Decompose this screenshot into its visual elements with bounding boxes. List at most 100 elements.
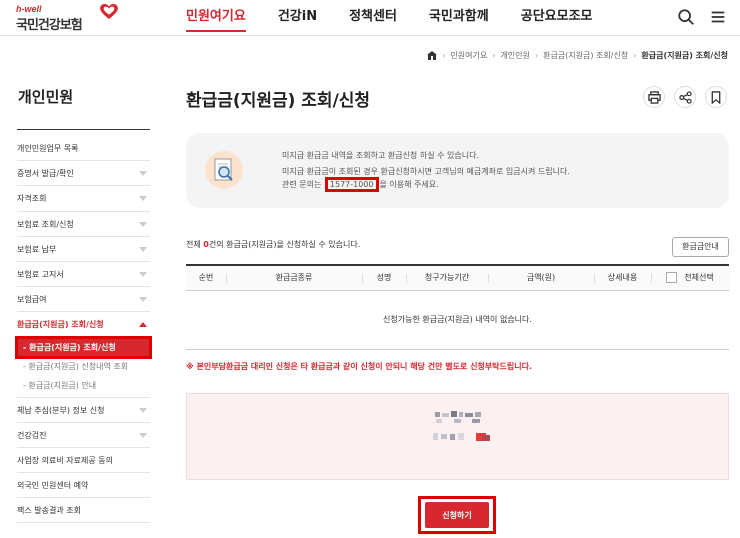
sidebar-item-checkup[interactable]: 건강검진	[17, 423, 150, 448]
sidebar-item-fax-result[interactable]: 팩스 발송결과 조회	[17, 498, 150, 524]
sidebar-item-label: 환급금(지원금) 조회/신청	[17, 320, 104, 330]
sidebar-item-label: 보험료 고지서	[17, 269, 64, 279]
chevron-down-icon	[139, 171, 147, 177]
sidebar-subitem-label: - 환급금(지원금) 신청내역 조회	[23, 361, 129, 371]
sidebar-divider	[17, 129, 150, 130]
sidebar-subitem-refund-guide[interactable]: - 환급금(지원금) 안내	[17, 376, 150, 398]
info-text-2: 미지급 환급금이 조회된 경우 환급신청하시면 고객님의 예금계좌로 입금시켜 …	[282, 167, 570, 176]
sidebar-item-refund[interactable]: 환급금(지원금) 조회/신청	[17, 312, 150, 337]
nav-about-corp[interactable]: 공단요모조모	[505, 0, 609, 36]
sidebar-subitem-refund-history[interactable]: - 환급금(지원금) 신청내역 조회	[17, 357, 150, 376]
bookmark-button[interactable]	[705, 86, 727, 108]
breadcrumb-current: 환급금(지원금) 조회/신청	[641, 51, 728, 60]
nav-health-in[interactable]: 건강iN	[262, 0, 333, 36]
count-prefix: 전체	[186, 240, 201, 249]
apply-button-highlight: 신청하기	[418, 496, 496, 534]
sidebar-subitem-refund-inquiry[interactable]: - 환급금(지원금) 조회/신청	[15, 335, 152, 359]
count-suffix: 건의 환급금(지원금)을 신청하실 수 있습니다.	[208, 240, 361, 249]
share-button[interactable]	[674, 86, 696, 108]
sidebar-item-label: 사업장 의료비 자료제공 동의	[17, 455, 113, 465]
col-header-name: 성명	[362, 265, 406, 292]
col-header-select-all: 전체선택	[651, 265, 729, 292]
nav-label: 정책센터	[349, 9, 397, 24]
sidebar-item-label: 보험급여	[17, 295, 47, 305]
breadcrumb-separator: ›	[633, 51, 637, 60]
apply-button[interactable]: 신청하기	[425, 502, 489, 528]
sidebar-item-eligibility[interactable]: 자격조회	[17, 186, 150, 212]
breadcrumb-item[interactable]: 민원여기요	[450, 50, 487, 61]
main-nav: 민원여기요 건강iN 정책센터 국민과함께 공단요모조모	[170, 0, 609, 36]
heart-icon	[100, 4, 118, 20]
share-icon	[678, 90, 692, 104]
document-search-icon-graphic	[214, 158, 233, 181]
blurred-captcha-image	[433, 411, 490, 441]
table-empty-message: 신청가능한 환급금(지원금) 내역이 없습니다.	[186, 291, 729, 350]
chevron-down-icon	[139, 196, 147, 202]
table-header: 순번 환급금종류 성명 청구가능기간 금액(원) 상세내용 전체선택	[186, 264, 729, 291]
sidebar-item-label: 보험료 납부	[17, 244, 57, 254]
nav-label: 국민과함께	[428, 9, 489, 24]
sidebar-item-benefits[interactable]: 보험급여	[17, 287, 150, 313]
proxy-notice: ※ 본인부담환급금 대리인 신청은 타 환급금과 같이 신청이 안되니 해당 건…	[186, 362, 532, 371]
info-text-1: 미지급 환급금 내역을 조회하고 환급신청 하실 수 있습니다.	[282, 151, 479, 160]
col-header-period: 청구가능기간	[406, 265, 488, 292]
breadcrumb: › 민원여기요 › 개인민원 › 환급금(지원금) 조회/신청 › 환급금(지원…	[427, 50, 728, 61]
nav-label: 민원여기요	[186, 9, 246, 32]
chevron-down-icon	[139, 246, 147, 252]
logo-subtitle: h-well	[16, 4, 42, 14]
sidebar-item-premium-inquiry[interactable]: 보험료 조회/신청	[17, 212, 150, 237]
info-text-3-prefix: 관련 문의는	[282, 180, 322, 189]
refund-table: 순번 환급금종류 성명 청구가능기간 금액(원) 상세내용 전체선택 신청가능한…	[186, 264, 729, 350]
breadcrumb-item[interactable]: 개인민원	[500, 50, 529, 61]
nhis-logo[interactable]: h-well 국민건강보험	[16, 4, 118, 33]
refund-guide-button[interactable]: 환급금안내	[672, 237, 729, 257]
info-box: 미지급 환급금 내역을 조회하고 환급신청 하실 수 있습니다. 미지급 환급금…	[186, 133, 729, 208]
col-header-amount: 금액(원)	[488, 265, 594, 292]
select-all-checkbox[interactable]	[666, 271, 678, 283]
breadcrumb-separator: ›	[492, 51, 496, 60]
sidebar-subitem-label: - 환급금(지원금) 안내	[23, 380, 97, 390]
sidebar-item-foreigner-reservation[interactable]: 외국인 민원센터 예약	[17, 473, 150, 499]
chevron-down-icon	[139, 407, 147, 413]
sidebar-subitem-label: - 환급금(지원금) 조회/신청	[23, 342, 116, 352]
sidebar-item-premium-notice[interactable]: 보험료 고지서	[17, 262, 150, 288]
sidebar-item-medical-consent[interactable]: 사업장 의료비 자료제공 동의	[17, 448, 150, 474]
print-icon	[647, 90, 661, 104]
logo-title: 국민건강보험	[16, 18, 83, 33]
nav-label: 건강iN	[277, 9, 318, 24]
chevron-down-icon	[139, 271, 147, 277]
sidebar-item-label: 팩스 발송결과 조회	[17, 506, 81, 516]
chevron-up-icon	[139, 322, 147, 328]
sidebar-item-arrears[interactable]: 체납 추심(분부) 정보 신청	[17, 398, 150, 423]
breadcrumb-item[interactable]: 환급금(지원금) 조회/신청	[543, 50, 628, 61]
home-icon[interactable]	[427, 51, 438, 60]
sidebar-item-list[interactable]: 개인민원업무 목록	[17, 136, 150, 162]
nav-policy-center[interactable]: 정책센터	[333, 0, 413, 36]
sidebar-item-label: 체납 추심(분부) 정보 신청	[17, 405, 105, 415]
sidebar-title: 개인민원	[18, 88, 74, 106]
sidebar-item-label: 자격조회	[17, 194, 47, 204]
nav-minwon[interactable]: 민원여기요	[170, 0, 262, 36]
col-header-detail: 상세내용	[594, 265, 651, 292]
select-all-label: 전체선택	[684, 272, 714, 282]
sidebar-item-label: 건강검진	[17, 430, 47, 440]
breadcrumb-separator: ›	[442, 51, 446, 60]
nav-label: 공단요모조모	[520, 9, 593, 24]
inquiry-phone-number: 1577-1000	[324, 177, 379, 192]
document-search-icon	[205, 151, 243, 189]
sidebar-item-premium-payment[interactable]: 보험료 납부	[17, 237, 150, 262]
chevron-down-icon	[139, 297, 147, 303]
sidebar-item-label: 증명서 발급/확인	[17, 169, 74, 179]
breadcrumb-separator: ›	[534, 51, 539, 60]
bookmark-icon	[711, 90, 721, 104]
sidebar-item-certificate[interactable]: 증명서 발급/확인	[17, 161, 150, 187]
info-text-3: 관련 문의는 1577-1000 을 이용해 주세요.	[282, 177, 439, 192]
search-icon[interactable]	[677, 8, 695, 26]
sidebar-item-label: 개인민원업무 목록	[17, 144, 79, 153]
chevron-down-icon	[139, 221, 147, 227]
nav-with-people[interactable]: 국민과함께	[413, 0, 505, 36]
sidebar-item-label: 보험료 조회/신청	[17, 219, 74, 229]
menu-icon[interactable]	[709, 8, 727, 26]
sidebar-menu: 개인민원업무 목록 증명서 발급/확인 자격조회 보험료 조회/신청 보험료 납…	[15, 136, 152, 524]
print-button[interactable]	[643, 86, 665, 108]
